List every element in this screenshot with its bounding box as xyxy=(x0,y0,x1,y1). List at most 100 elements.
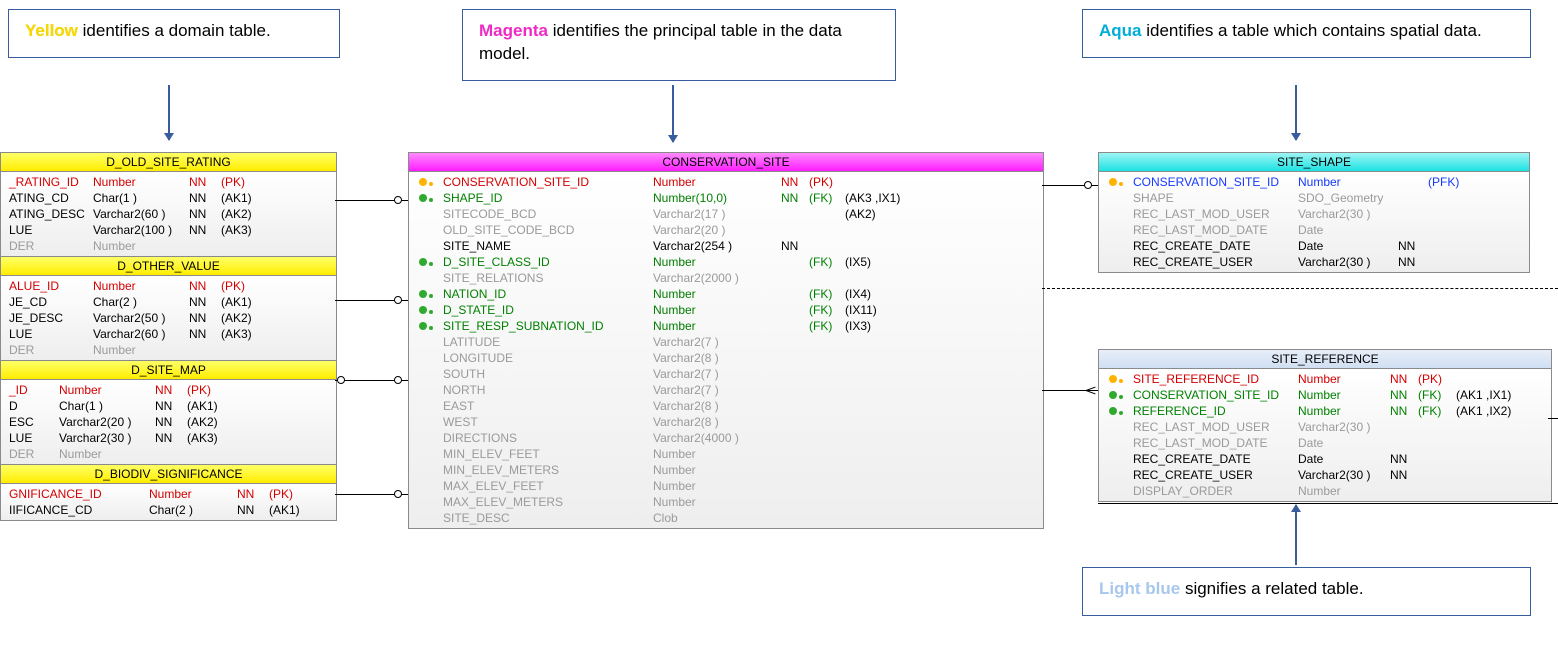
col-index: (IX3) xyxy=(845,318,915,334)
rel-line xyxy=(1548,418,1558,419)
col-name: D_STATE_ID xyxy=(443,302,653,318)
table-row: REC_LAST_MOD_USERVarchar2(30 ) xyxy=(1099,206,1529,222)
table-conservation-site: CONSERVATION_SITE CONSERVATION_SITE_IDNu… xyxy=(408,152,1044,529)
col-type: Number xyxy=(59,446,155,462)
col-index xyxy=(845,430,915,446)
col-key xyxy=(809,206,845,222)
col-nullable xyxy=(1390,419,1418,435)
col-key: (AK1) xyxy=(221,190,269,206)
col-nullable xyxy=(781,334,809,350)
col-nullable xyxy=(781,206,809,222)
col-name: MAX_ELEV_FEET xyxy=(443,478,653,494)
col-index: (IX11) xyxy=(845,302,915,318)
table-site-shape: SITE_SHAPE CONSERVATION_SITE_IDNumber(PF… xyxy=(1098,152,1530,273)
col-name: D_SITE_CLASS_ID xyxy=(443,254,653,270)
table-row: LUEVarchar2(60 )NN(AK3) xyxy=(1,326,336,342)
col-name: REC_LAST_MOD_DATE xyxy=(1133,435,1298,451)
col-type: Varchar2(60 ) xyxy=(93,206,189,222)
col-nullable xyxy=(1390,483,1418,499)
col-key xyxy=(809,494,845,510)
table-row: _IDNumberNN(PK) xyxy=(1,382,336,398)
table-row: EASTVarchar2(8 ) xyxy=(409,398,1043,414)
callout-aqua-word: Aqua xyxy=(1099,21,1142,40)
callout-lightblue-text: signifies a related table. xyxy=(1180,579,1363,598)
col-key: (AK3) xyxy=(221,222,269,238)
rel-end-icon xyxy=(394,376,402,384)
pk-key-icon xyxy=(417,174,443,190)
col-type: Varchar2(7 ) xyxy=(653,334,781,350)
col-name: CONSERVATION_SITE_ID xyxy=(1133,387,1298,403)
callout-lightblue: Light blue signifies a related table. xyxy=(1082,567,1531,616)
col-name: SITE_RELATIONS xyxy=(443,270,653,286)
col-nullable: NN xyxy=(1390,387,1418,403)
fk-key-icon xyxy=(417,286,443,302)
table-row: NATION_IDNumber(FK)(IX4) xyxy=(409,286,1043,302)
col-nullable xyxy=(781,382,809,398)
table-row: REFERENCE_IDNumberNN(FK)(AK1 ,IX2) xyxy=(1099,403,1551,419)
fk-key-icon xyxy=(417,318,443,334)
col-type: Varchar2(8 ) xyxy=(653,350,781,366)
table-row: OLD_SITE_CODE_BCDVarchar2(20 ) xyxy=(409,222,1043,238)
col-type: Char(2 ) xyxy=(93,294,189,310)
table-row: DIRECTIONSVarchar2(4000 ) xyxy=(409,430,1043,446)
col-key: (PFK) xyxy=(1428,174,1478,190)
col-key: (AK1) xyxy=(269,502,317,518)
col-nullable xyxy=(781,398,809,414)
table-row: SOUTHVarchar2(7 ) xyxy=(409,366,1043,382)
table-row: LUEVarchar2(100 )NN(AK3) xyxy=(1,222,336,238)
col-key xyxy=(1428,238,1478,254)
col-name: SOUTH xyxy=(443,366,653,382)
table-body: _IDNumberNN(PK)DChar(1 )NN(AK1)ESCVarcha… xyxy=(1,380,336,464)
fk-key-icon xyxy=(417,254,443,270)
col-index: (AK3 ,IX1) xyxy=(845,190,915,206)
table-row: REC_LAST_MOD_USERVarchar2(30 ) xyxy=(1099,419,1551,435)
col-type: Number xyxy=(653,478,781,494)
col-nullable: NN xyxy=(189,326,221,342)
callout-aqua: Aqua identifies a table which contains s… xyxy=(1082,9,1531,58)
table-header: SITE_SHAPE xyxy=(1099,153,1529,172)
table-row: ALUE_IDNumberNN(PK) xyxy=(1,278,336,294)
col-key xyxy=(809,334,845,350)
col-key: (AK3) xyxy=(221,326,269,342)
col-key: (FK) xyxy=(809,286,845,302)
col-key xyxy=(809,238,845,254)
col-key xyxy=(1428,254,1478,270)
col-type: SDO_Geometry xyxy=(1298,190,1398,206)
fk-key-icon xyxy=(417,190,443,206)
table-body: CONSERVATION_SITE_IDNumber(PFK)SHAPESDO_… xyxy=(1099,172,1529,272)
col-type: Number xyxy=(653,494,781,510)
col-key xyxy=(1428,222,1478,238)
col-name: SITE_REFERENCE_ID xyxy=(1133,371,1298,387)
col-name: MAX_ELEV_METERS xyxy=(443,494,653,510)
table-row: REC_CREATE_USERVarchar2(30 )NN xyxy=(1099,467,1551,483)
col-index xyxy=(845,414,915,430)
col-name: REC_LAST_MOD_USER xyxy=(1133,206,1298,222)
col-index: (AK1 ,IX1) xyxy=(1456,387,1526,403)
rel-line-bottom xyxy=(1098,503,1558,504)
col-index xyxy=(845,510,915,526)
col-nullable: NN xyxy=(189,174,221,190)
table-row: REC_CREATE_DATEDateNN xyxy=(1099,451,1551,467)
col-name: LUE xyxy=(9,430,59,446)
col-key xyxy=(809,430,845,446)
col-index xyxy=(1456,435,1526,451)
col-type: Clob xyxy=(653,510,781,526)
table-row: SITECODE_BCDVarchar2(17 )(AK2) xyxy=(409,206,1043,222)
col-nullable xyxy=(189,238,221,254)
col-name: REC_CREATE_USER xyxy=(1133,254,1298,270)
col-index xyxy=(1456,467,1526,483)
table-row: LONGITUDEVarchar2(8 ) xyxy=(409,350,1043,366)
col-type: Number xyxy=(653,446,781,462)
col-nullable: NN xyxy=(1398,254,1428,270)
table-row: NORTHVarchar2(7 ) xyxy=(409,382,1043,398)
col-type: Varchar2(30 ) xyxy=(1298,254,1398,270)
fk-key-icon xyxy=(417,302,443,318)
col-nullable xyxy=(781,414,809,430)
col-type: Number xyxy=(653,286,781,302)
col-type: Number xyxy=(653,174,781,190)
col-nullable xyxy=(781,302,809,318)
col-key: (AK2) xyxy=(221,206,269,222)
col-type: Number xyxy=(149,486,237,502)
col-type: Varchar2(20 ) xyxy=(653,222,781,238)
table-body: SITE_REFERENCE_IDNumberNN(PK)CONSERVATIO… xyxy=(1099,369,1551,501)
